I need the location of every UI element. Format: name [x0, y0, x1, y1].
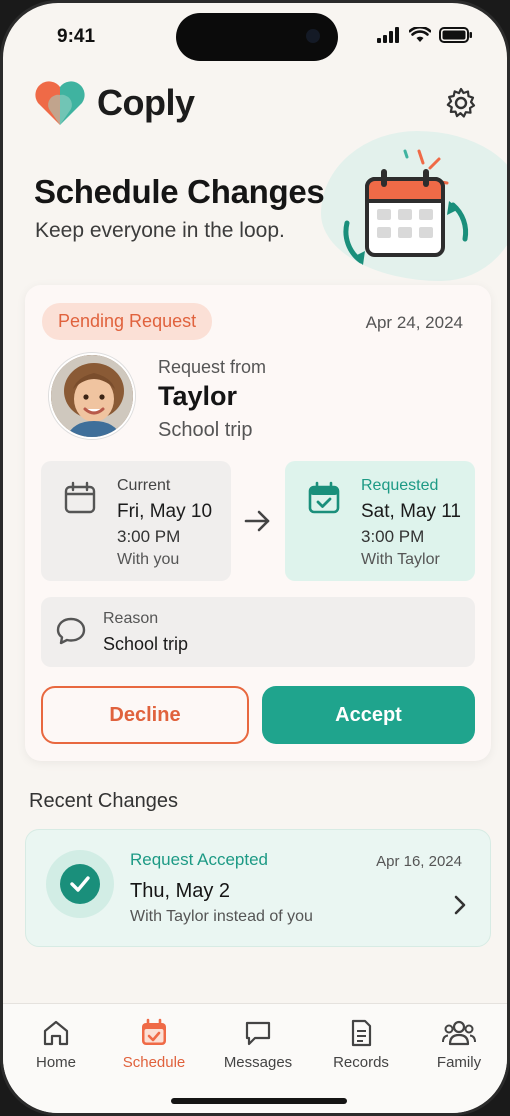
arrow-right-icon	[244, 510, 270, 532]
requested-schedule-box: Requested Sat, May 11 3:00 PM With Taylo…	[285, 461, 475, 581]
recent-day: Thu, May 2	[130, 880, 231, 902]
chevron-right-icon[interactable]	[452, 894, 468, 916]
accept-button[interactable]: Accept	[262, 686, 475, 744]
calendar-sync-illustration	[343, 149, 469, 265]
document-icon	[351, 1019, 372, 1047]
camera-dot	[306, 29, 320, 43]
message-icon	[245, 1021, 271, 1046]
reason-label: Reason	[103, 610, 159, 627]
request-topic: School trip	[158, 419, 253, 441]
decline-button[interactable]: Decline	[41, 686, 249, 744]
recent-date: Apr 16, 2024	[376, 853, 462, 870]
recent-detail: With Taylor instead of you	[130, 908, 313, 925]
avatar	[49, 353, 135, 439]
home-indicator[interactable]	[171, 1098, 347, 1104]
home-icon	[43, 1020, 69, 1046]
calendar-icon	[142, 1018, 166, 1045]
tab-records[interactable]: Records	[311, 1018, 411, 1072]
current-time: 3:00 PM	[117, 527, 181, 546]
people-icon	[442, 1020, 476, 1046]
current-with: With you	[117, 551, 180, 568]
app-brand[interactable]: Coply	[33, 79, 195, 127]
page-subtitle: Keep everyone in the loop.	[35, 219, 285, 242]
tab-schedule[interactable]: Schedule	[104, 1018, 204, 1072]
status-icons	[377, 27, 473, 43]
tab-messages[interactable]: Messages	[208, 1018, 308, 1072]
status-time: 9:41	[57, 26, 96, 47]
current-label: Current	[117, 477, 171, 494]
tab-family-label: Family	[436, 1054, 482, 1071]
request-from-label: Request from	[158, 357, 267, 377]
requested-day: Sat, May 11	[361, 501, 461, 522]
pending-request-card: Pending Request Apr 24, 2024 Request fro…	[25, 285, 491, 761]
bottom-tab-bar: Home Schedule Messages Records Family	[3, 1003, 507, 1113]
checkmark-icon	[60, 864, 100, 904]
status-bar: 9:41	[3, 13, 507, 61]
request-date: Apr 24, 2024	[365, 313, 463, 332]
chat-bubble-icon	[56, 617, 86, 645]
tab-records-label: Records	[333, 1054, 389, 1071]
child-avatar-image	[51, 355, 133, 437]
recent-status: Request Accepted	[130, 850, 268, 869]
phone-screen: 9:41 Coply Schedule Changes Keep everyon…	[0, 0, 510, 1116]
recent-changes-heading: Recent Changes	[29, 790, 178, 812]
current-day: Fri, May 10	[117, 501, 213, 522]
requester-name: Taylor	[158, 381, 238, 411]
heart-logo-icon	[35, 81, 85, 125]
app-name: Coply	[97, 82, 195, 123]
dynamic-island	[176, 13, 338, 61]
requested-with: With Taylor	[361, 551, 440, 568]
wifi-icon	[409, 27, 431, 42]
signal-icon	[377, 27, 399, 43]
status-badge: Pending Request	[42, 303, 213, 340]
recent-change-item[interactable]: Request Accepted Apr 16, 2024 Thu, May 2…	[25, 829, 491, 947]
calendar-check-icon	[308, 481, 340, 514]
tab-schedule-label: Schedule	[122, 1054, 186, 1071]
current-schedule-box: Current Fri, May 10 3:00 PM With you	[41, 461, 231, 581]
page-title: Schedule Changes	[34, 173, 325, 210]
tab-family[interactable]: Family	[409, 1018, 507, 1072]
requested-label: Requested	[361, 477, 439, 494]
reason-box: Reason School trip	[41, 597, 475, 667]
gear-icon[interactable]	[445, 87, 477, 119]
status-circle	[46, 850, 114, 918]
requested-time: 3:00 PM	[361, 527, 425, 546]
tab-home-label: Home	[35, 1054, 76, 1071]
tab-messages-label: Messages	[223, 1054, 293, 1071]
battery-icon	[439, 27, 472, 43]
calendar-icon	[64, 481, 96, 514]
tab-home[interactable]: Home	[6, 1018, 106, 1072]
reason-text: School trip	[103, 634, 189, 654]
